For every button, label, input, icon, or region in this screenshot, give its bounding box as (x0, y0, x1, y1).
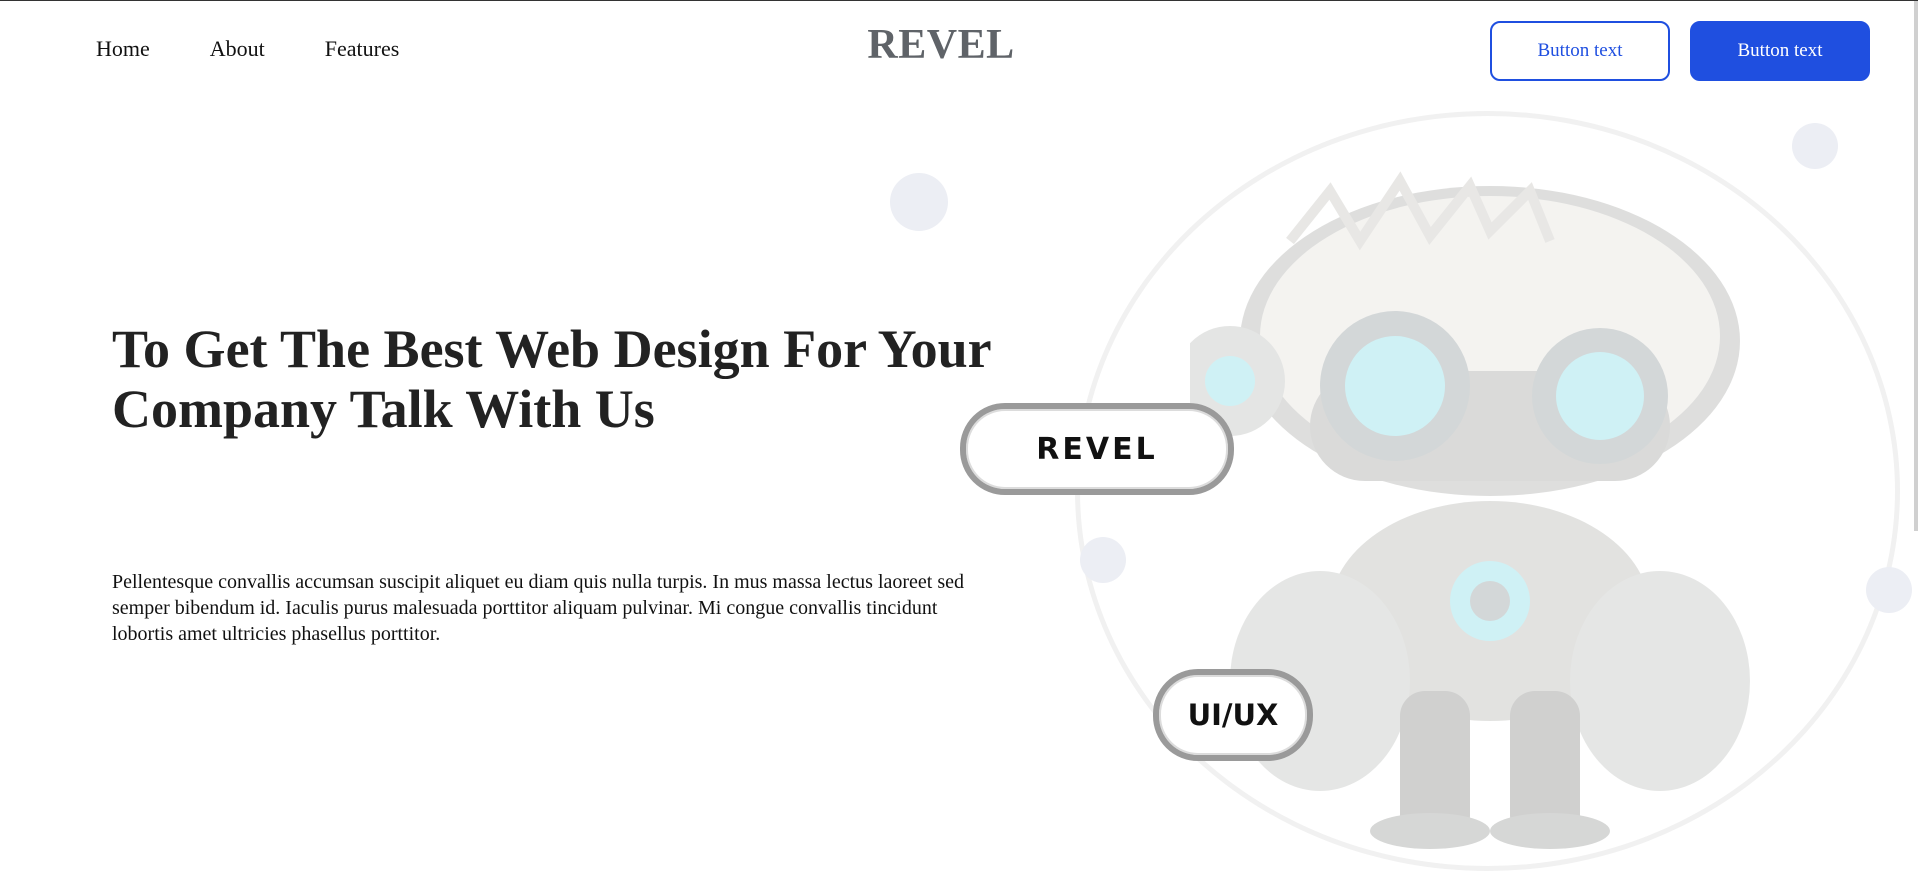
brand-badge: REVEL (960, 403, 1234, 495)
decorative-dot (1866, 567, 1912, 613)
skill-badge: UI/UX (1153, 669, 1313, 761)
decorative-dot (890, 173, 948, 231)
hero-title: To Get The Best Web Design For Your Comp… (112, 319, 991, 439)
decorative-dot (1080, 537, 1126, 583)
page-scrollbar[interactable] (1914, 1, 1918, 531)
header-outline-button[interactable]: Button text (1490, 21, 1670, 81)
header-primary-button[interactable]: Button text (1690, 21, 1870, 81)
decorative-dot (1792, 123, 1838, 169)
hero-description: Pellentesque convallis accumsan suscipit… (112, 571, 965, 645)
